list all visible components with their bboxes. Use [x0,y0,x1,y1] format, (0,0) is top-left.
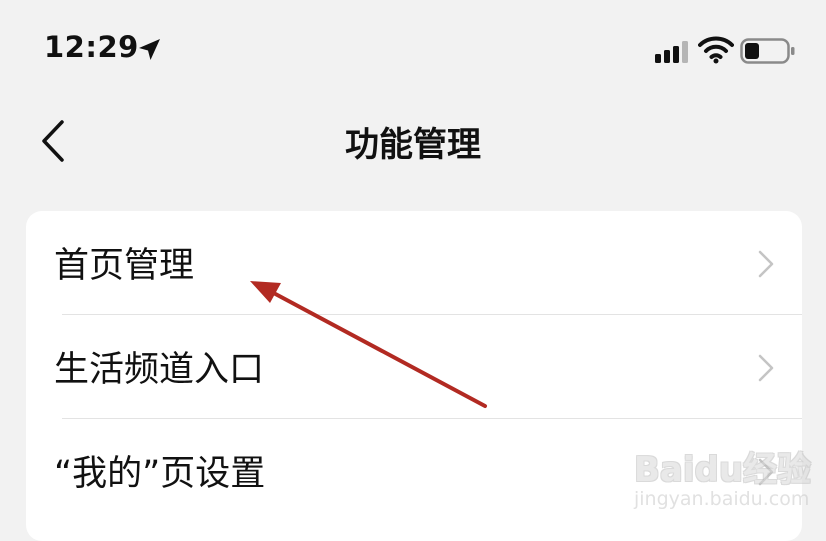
menu-item-home-management[interactable]: 首页管理 [26,211,802,315]
status-bar: 12:29 [0,0,826,100]
chevron-right-icon [758,458,774,486]
cellular-signal-icon [655,41,688,63]
menu-item-label: “我的”页设置 [54,454,266,494]
location-arrow-icon [139,39,160,60]
battery-icon [740,38,795,64]
status-time: 12:29 [44,30,139,64]
menu-item-my-page-settings[interactable]: “我的”页设置 [26,419,802,523]
page-title: 功能管理 [345,125,481,165]
menu-item-label: 首页管理 [54,246,195,286]
menu-item-life-channel-entry[interactable]: 生活频道入口 [26,315,802,419]
chevron-right-icon [758,250,774,278]
chevron-right-icon [758,354,774,382]
menu-item-label: 生活频道入口 [54,350,265,390]
settings-card: 首页管理 生活频道入口 “我的”页设置 [26,211,802,541]
wifi-icon [698,36,734,64]
